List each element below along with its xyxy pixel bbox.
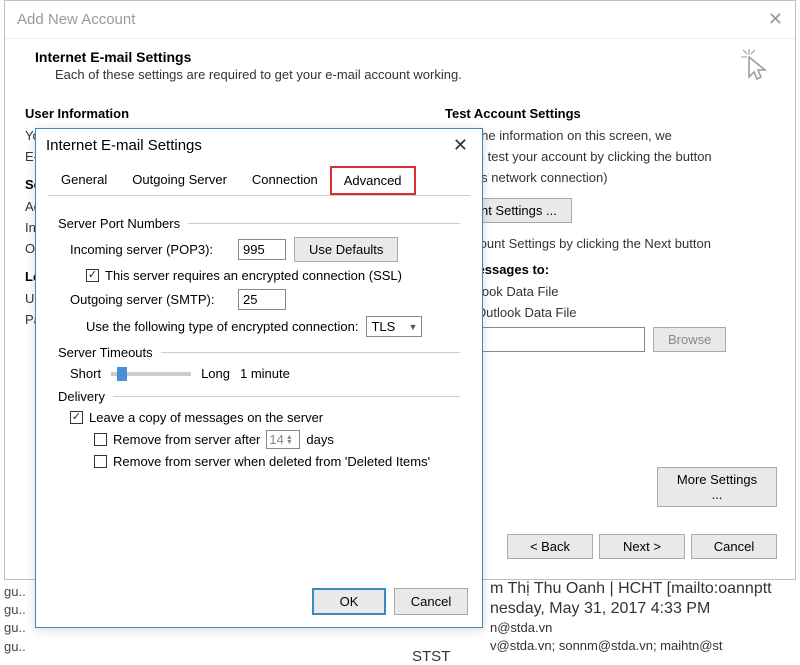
bg-email-2: v@stda.vn; sonnm@stda.vn; maihtn@st xyxy=(490,638,723,653)
existing-data-file-option: sting Outlook Data File xyxy=(445,302,775,323)
timeout-short-label: Short xyxy=(70,366,101,381)
leave-copy-label: Leave a copy of messages on the server xyxy=(89,410,323,425)
deliver-heading: ew messages to: xyxy=(445,262,775,277)
tab-general[interactable]: General xyxy=(48,166,120,195)
bg-row-2: gu.. xyxy=(4,601,26,619)
dialog-title-bar: Add New Account ✕ xyxy=(5,1,795,39)
test-text-1: g out the information on this screen, we xyxy=(445,125,775,146)
remove-deleted-label: Remove from server when deleted from 'De… xyxy=(113,454,430,469)
delivery-section: Delivery xyxy=(58,389,460,404)
incoming-server-label: Incoming server (POP3): xyxy=(70,242,230,257)
timeout-slider[interactable] xyxy=(111,372,191,376)
tab-advanced[interactable]: Advanced xyxy=(330,166,416,195)
timeout-duration: 1 minute xyxy=(240,366,290,381)
sub-close-icon[interactable]: ✕ xyxy=(449,135,472,156)
wizard-title: Internet E-mail Settings xyxy=(35,49,765,65)
wizard-subtitle: Each of these settings are required to g… xyxy=(35,67,765,82)
ssl-checkbox[interactable]: ✓ xyxy=(86,269,99,282)
bg-sender-name: m Thị Thu Oanh | HCHT [mailto:oannptt xyxy=(490,580,772,598)
bg-subject: STST xyxy=(412,648,450,665)
bg-row-3: gu.. xyxy=(4,619,26,637)
browse-button[interactable]: Browse xyxy=(653,327,726,352)
remove-deleted-checkbox[interactable] xyxy=(94,455,107,468)
test-text-3: equires network connection) xyxy=(445,167,775,188)
bg-row-1: gu.. xyxy=(4,583,26,601)
next-button[interactable]: Next > xyxy=(599,534,685,559)
days-unit: days xyxy=(306,432,333,447)
cursor-icon xyxy=(741,47,775,92)
tab-strip: General Outgoing Server Connection Advan… xyxy=(48,166,470,196)
leave-copy-checkbox[interactable]: ✓ xyxy=(70,411,83,424)
port-numbers-label: Server Port Numbers xyxy=(58,216,188,231)
sub-dialog-title: Internet E-mail Settings xyxy=(46,137,202,154)
sub-cancel-button[interactable]: Cancel xyxy=(394,588,468,615)
dialog-title: Add New Account xyxy=(17,11,135,28)
new-data-file-option: w Outlook Data File xyxy=(445,281,775,302)
back-button[interactable]: < Back xyxy=(507,534,593,559)
ok-button[interactable]: OK xyxy=(312,588,386,615)
outgoing-port-input[interactable] xyxy=(238,289,286,310)
encryption-value: TLS xyxy=(371,319,395,334)
bg-email-1: n@stda.vn xyxy=(490,620,552,635)
sub-dialog-title-bar: Internet E-mail Settings ✕ xyxy=(36,129,482,162)
timeouts-label: Server Timeouts xyxy=(58,345,161,360)
bg-email-list: gu.. gu.. gu.. gu.. xyxy=(4,583,26,656)
remove-after-label: Remove from server after xyxy=(113,432,260,447)
user-info-heading: User Information xyxy=(25,106,445,121)
test-text-2: nd you test your account by clicking the… xyxy=(445,146,775,167)
days-spinner[interactable]: 14 ▲▼ xyxy=(266,430,300,449)
tab-connection[interactable]: Connection xyxy=(239,166,331,195)
bg-date: nesday, May 31, 2017 4:33 PM xyxy=(490,600,710,618)
use-defaults-button[interactable]: Use Defaults xyxy=(294,237,398,262)
timeout-long-label: Long xyxy=(201,366,230,381)
wizard-header: Internet E-mail Settings Each of these s… xyxy=(5,39,795,96)
days-value: 14 xyxy=(269,432,283,447)
encryption-select[interactable]: TLS ▼ xyxy=(366,316,422,337)
outgoing-server-label: Outgoing server (SMTP): xyxy=(70,292,230,307)
cancel-button[interactable]: Cancel xyxy=(691,534,777,559)
remove-after-checkbox[interactable] xyxy=(94,433,107,446)
timeouts-section: Server Timeouts xyxy=(58,345,460,360)
close-icon[interactable]: ✕ xyxy=(768,9,783,30)
delivery-label: Delivery xyxy=(58,389,113,404)
slider-thumb[interactable] xyxy=(117,367,127,381)
auto-test-text: st Account Settings by clicking the Next… xyxy=(445,233,775,254)
test-settings-heading: Test Account Settings xyxy=(445,106,775,121)
ssl-label: This server requires an encrypted connec… xyxy=(105,268,402,283)
tab-outgoing-server[interactable]: Outgoing Server xyxy=(119,166,240,195)
bg-row-4: gu.. xyxy=(4,638,26,656)
encryption-label: Use the following type of encrypted conn… xyxy=(86,319,358,334)
more-settings-button[interactable]: More Settings ... xyxy=(657,467,777,507)
incoming-port-input[interactable] xyxy=(238,239,286,260)
email-settings-dialog: Internet E-mail Settings ✕ General Outgo… xyxy=(35,128,483,628)
chevron-down-icon: ▼ xyxy=(409,322,418,332)
port-numbers-section: Server Port Numbers xyxy=(58,216,460,231)
